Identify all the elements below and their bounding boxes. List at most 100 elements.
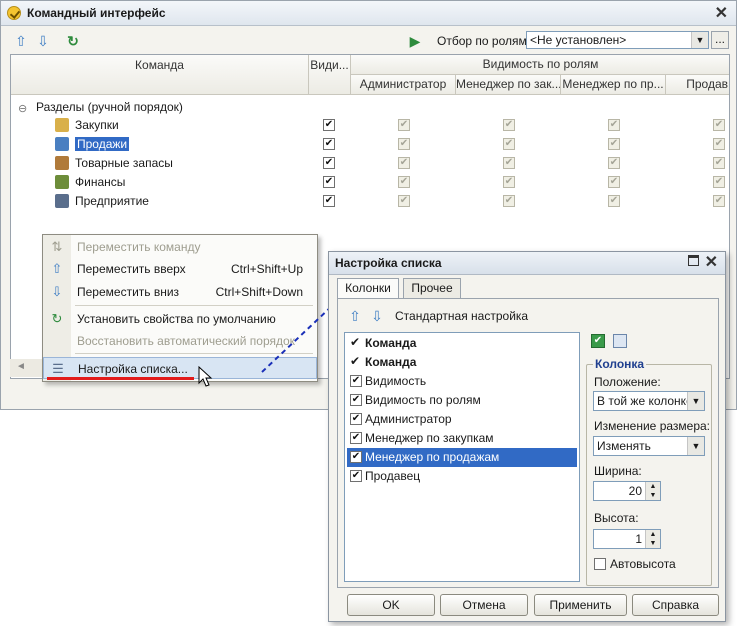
role-visibility-checkbox: ✔ (608, 157, 620, 169)
scroll-left-icon[interactable]: ◄ (16, 361, 26, 372)
list-item[interactable]: ✔ Видимость по ролям (347, 391, 577, 410)
toolbar: ⇧ ⇩ ↻ ▶ Отбор по ролям: <Не установлен> … (1, 27, 736, 55)
column-header-visibility-by-roles[interactable]: Видимость по ролям (351, 55, 729, 75)
row-label: Продажи (75, 137, 130, 151)
visibility-checkbox[interactable]: ✔ (323, 138, 335, 150)
chevron-down-icon[interactable]: ▼ (691, 32, 708, 48)
chevron-down-icon[interactable]: ▼ (687, 437, 704, 455)
cancel-button[interactable]: Отмена (440, 594, 528, 616)
menu-item-label: Переместить вверх (77, 262, 186, 276)
move-up-icon[interactable]: ⇧ (347, 308, 363, 324)
run-icon[interactable]: ▶ (407, 33, 423, 49)
role-filter-select[interactable]: <Не установлен> ▼ (526, 31, 709, 49)
role-visibility-checkbox: ✔ (503, 176, 515, 188)
column-label: Команда (365, 336, 417, 350)
list-item[interactable]: ✔ Продавец (347, 467, 577, 486)
column-label: Менеджер по продажам (365, 450, 500, 464)
role-visibility-checkbox: ✔ (713, 157, 725, 169)
tree-root-label: Разделы (ручной порядок) (36, 100, 183, 114)
check-all-icon[interactable]: ✔ (591, 334, 605, 348)
list-item[interactable]: ✔ Видимость (347, 372, 577, 391)
table-row[interactable]: Продажи ✔ ✔ ✔ ✔ ✔ (11, 135, 729, 154)
column-label: Видимость (365, 374, 427, 388)
column-label: Продавец (365, 469, 421, 483)
height-value: 1 (635, 532, 642, 546)
role-filter-more-button[interactable]: ... (711, 31, 729, 49)
stepper-icon[interactable]: ▲ ▼ (645, 482, 660, 500)
table-row[interactable]: Финансы ✔ ✔ ✔ ✔ ✔ (11, 173, 729, 192)
uncheck-all-icon[interactable] (613, 334, 627, 348)
list-settings-icon: ☰ (52, 361, 64, 376)
role-visibility-checkbox: ✔ (713, 119, 725, 131)
list-item[interactable]: ✔ Команда (347, 334, 577, 353)
column-checkbox[interactable]: ✔ (350, 394, 362, 406)
column-checkbox[interactable]: ✔ (350, 470, 362, 482)
close-icon[interactable]: ✕ (715, 3, 728, 23)
help-button[interactable]: Справка (632, 594, 719, 616)
default-properties-icon: ↻ (51, 311, 63, 326)
height-label: Высота: (594, 511, 639, 525)
width-input[interactable]: 20 ▲ ▼ (593, 481, 661, 501)
move-down-icon[interactable]: ⇩ (35, 33, 51, 49)
chevron-down-icon[interactable]: ▼ (687, 392, 704, 410)
ok-button[interactable]: OK (347, 594, 435, 616)
resize-select[interactable]: Изменять ▼ (593, 436, 705, 456)
visibility-checkbox[interactable]: ✔ (323, 157, 335, 169)
width-value: 20 (628, 484, 642, 498)
sales-icon (55, 137, 69, 151)
table-row[interactable]: Закупки ✔ ✔ ✔ ✔ ✔ (11, 116, 729, 135)
role-visibility-checkbox: ✔ (713, 195, 725, 207)
tab-other[interactable]: Прочее (403, 278, 461, 298)
column-checkbox[interactable]: ✔ (350, 432, 362, 444)
column-label: Менеджер по закупкам (365, 431, 494, 445)
menu-item-label: Переместить вниз (77, 285, 180, 299)
stepper-icon[interactable]: ▲ ▼ (645, 530, 660, 548)
position-select[interactable]: В той же колонке ▼ (593, 391, 705, 411)
visibility-checkbox[interactable]: ✔ (323, 119, 335, 131)
tab-columns[interactable]: Колонки (337, 278, 399, 299)
close-icon[interactable]: ✕ (705, 252, 718, 272)
main-title-bar: Командный интерфейс ✕ (1, 1, 736, 26)
column-label: Команда (365, 355, 417, 369)
column-header-role[interactable]: Администратор (351, 75, 456, 95)
list-item[interactable]: ✔ Администратор (347, 410, 577, 429)
visibility-checkbox[interactable]: ✔ (323, 176, 335, 188)
maximize-icon[interactable] (688, 255, 699, 266)
inventory-icon (55, 156, 69, 170)
move-down-icon[interactable]: ⇩ (369, 308, 385, 324)
apply-button[interactable]: Применить (534, 594, 627, 616)
menu-item-label: Установить свойства по умолчанию (77, 312, 276, 326)
column-checkbox[interactable]: ✔ (350, 413, 362, 425)
column-header-role[interactable]: Менеджер по зак... (456, 75, 561, 95)
column-header-role[interactable]: Продав (666, 75, 729, 95)
row-label: Предприятие (75, 194, 149, 208)
role-filter-label: Отбор по ролям: (437, 34, 531, 48)
column-header-role[interactable]: Менеджер по пр... (561, 75, 666, 95)
table-row[interactable]: Предприятие ✔ ✔ ✔ ✔ ✔ (11, 192, 729, 211)
column-header-visibility[interactable]: Види... (309, 55, 351, 95)
column-checkbox[interactable]: ✔ (350, 375, 362, 387)
column-header-command[interactable]: Команда (11, 55, 309, 95)
move-up-icon[interactable]: ⇧ (13, 33, 29, 49)
column-label: Администратор (365, 412, 452, 426)
collapse-icon[interactable]: ⊖ (18, 102, 27, 115)
role-visibility-checkbox: ✔ (398, 119, 410, 131)
autoheight-box[interactable] (594, 558, 606, 570)
role-filter-value: <Не установлен> (530, 33, 627, 47)
columns-list: ✔ Команда ✔ Команда ✔ Видимость ✔ Видимость по … (344, 332, 580, 582)
enterprise-icon (55, 194, 69, 208)
height-input[interactable]: 1 ▲ ▼ (593, 529, 661, 549)
column-checkbox[interactable]: ✔ (350, 451, 362, 463)
standard-settings-link[interactable]: Стандартная настройка (395, 309, 528, 323)
list-item[interactable]: ✔ Менеджер по закупкам (347, 429, 577, 448)
table-row[interactable]: Товарные запасы ✔ ✔ ✔ ✔ ✔ (11, 154, 729, 173)
visibility-checkbox[interactable]: ✔ (323, 195, 335, 207)
refresh-icon[interactable]: ↻ (65, 33, 81, 49)
role-visibility-checkbox: ✔ (503, 195, 515, 207)
position-label: Положение: (594, 375, 661, 389)
list-item[interactable]: ✔ Команда (347, 353, 577, 372)
position-value: В той же колонке (597, 394, 693, 408)
role-visibility-checkbox: ✔ (713, 138, 725, 150)
row-label: Закупки (75, 118, 119, 132)
list-item[interactable]: ✔ Менеджер по продажам (347, 448, 577, 467)
